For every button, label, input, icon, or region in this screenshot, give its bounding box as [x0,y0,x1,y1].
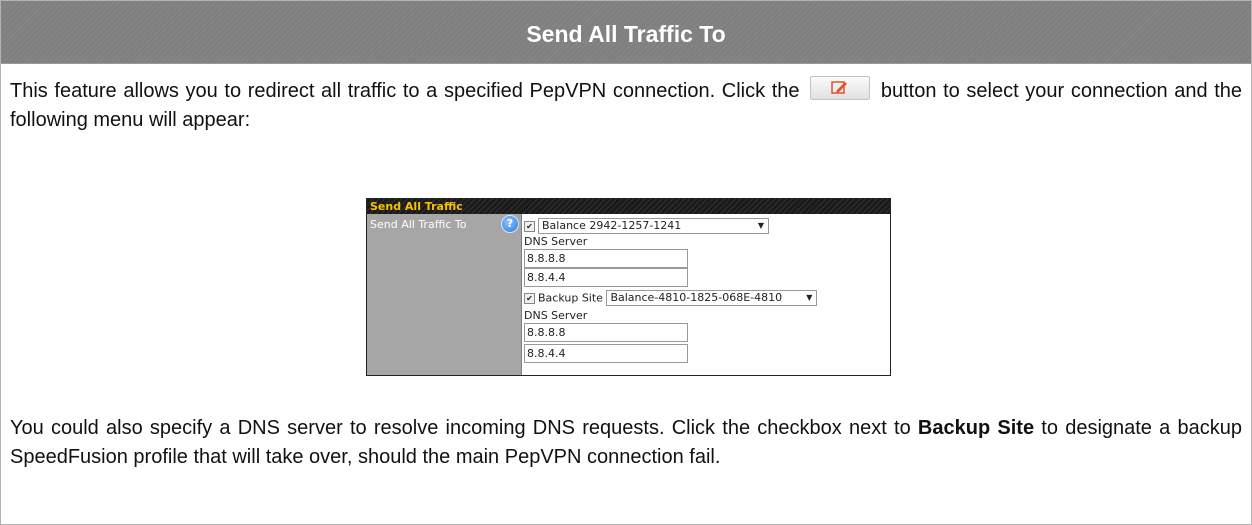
primary-select-value: Balance 2942-1257-1241 [542,219,682,232]
backup-select-value: Balance-4810-1825-068E-4810 [610,291,783,304]
primary-dns1-input[interactable]: 8.8.8.8 [524,249,688,268]
outro-text-part1: You could also specify a DNS server to r… [10,417,911,439]
backup-dns-label: DNS Server [524,309,588,322]
document-section: Send All Traffic To This feature allows … [0,0,1252,525]
backup-site-label: Backup Site [538,291,603,305]
row-label: Send All Traffic To [370,218,467,231]
dropdown-arrow-icon: ▼ [757,221,764,230]
primary-connection-row: ✔ Balance 2942-1257-1241 ▼ [524,218,769,234]
intro-paragraph: This feature allows you to redirect all … [1,76,1251,135]
dropdown-arrow-icon: ▼ [806,293,813,302]
section-title: Send All Traffic To [1,1,1251,64]
backup-site-checkbox[interactable]: ✔ [524,292,535,304]
backup-dns2-input[interactable]: 8.8.4.4 [524,344,688,363]
outro-paragraph: You could also specify a DNS server to r… [1,414,1251,472]
backup-site-select[interactable]: Balance-4810-1825-068E-4810 ▼ [606,290,818,306]
primary-dns2-input[interactable]: 8.8.4.4 [524,268,688,287]
primary-connection-select[interactable]: Balance 2942-1257-1241 ▼ [538,218,769,234]
edit-button[interactable] [810,76,871,100]
primary-checkbox[interactable]: ✔ [524,220,535,232]
value-column: ✔ Balance 2942-1257-1241 ▼ DNS Server 8.8.… [524,214,890,375]
edit-icon [831,81,848,94]
intro-text-before: This feature allows you to redirect all … [10,80,800,102]
backup-site-row: ✔ Backup Site Balance-4810-1825-068E-4810… [524,290,818,306]
primary-dns-label: DNS Server [524,235,588,248]
outro-bold-backup-site: Backup Site [917,417,1035,439]
panel-header: Send All Traffic [367,199,890,214]
help-icon[interactable]: ? [502,216,518,232]
backup-dns1-input[interactable]: 8.8.8.8 [524,323,688,342]
label-column: Send All Traffic To ? [367,214,522,375]
send-all-traffic-panel: Send All Traffic Send All Traffic To ? ✔… [366,198,891,376]
